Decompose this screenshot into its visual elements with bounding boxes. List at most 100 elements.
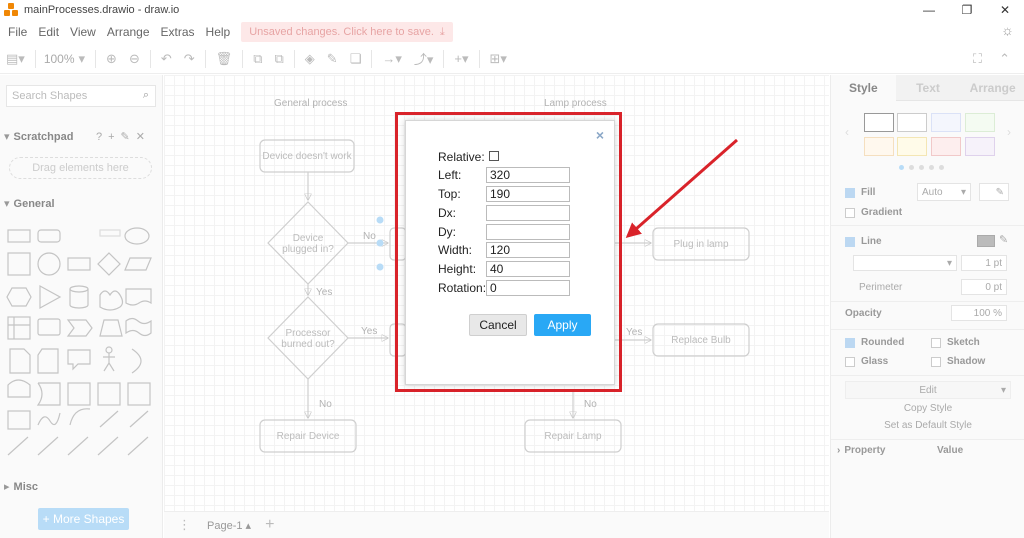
close-icon[interactable]: ×	[596, 127, 604, 143]
fill-mode-select[interactable]: Auto ▾	[917, 183, 971, 201]
chevron-down-icon: ▾	[4, 131, 10, 143]
close-window-button[interactable]: ✕	[986, 0, 1024, 20]
line-width-input[interactable]: 1 pt	[961, 255, 1007, 271]
zoom-in-icon[interactable]: ⊕	[106, 51, 117, 67]
fullscreen-icon[interactable]: ⛶	[973, 51, 982, 67]
format-panel-icon[interactable]: ▤▾	[6, 51, 25, 67]
glass-checkbox[interactable]	[845, 356, 855, 367]
to-front-icon[interactable]: ⧉	[253, 51, 262, 67]
relative-checkbox[interactable]	[489, 151, 499, 161]
minimize-button[interactable]: —	[910, 0, 948, 20]
pages-menu-icon[interactable]: ⋮	[178, 517, 191, 533]
chevron-left-icon[interactable]: ‹	[845, 125, 849, 139]
search-shapes-input[interactable]: Search Shapes ⌕	[6, 85, 156, 107]
shadow-row[interactable]: Shadow	[931, 356, 985, 367]
insert-icon[interactable]: +▾	[454, 51, 468, 67]
line-checkbox[interactable]	[845, 236, 855, 247]
line-color-icon[interactable]: ✎	[327, 51, 338, 67]
shadow-checkbox[interactable]	[931, 356, 941, 367]
style-swatch[interactable]	[864, 113, 894, 132]
waypoints-icon[interactable]: ⤴▾	[414, 49, 434, 68]
menu-view[interactable]: View	[70, 25, 96, 39]
connection-icon[interactable]: →▾	[382, 51, 402, 67]
height-input[interactable]: 40	[486, 261, 570, 277]
top-input[interactable]: 190	[486, 186, 570, 202]
tab-style[interactable]: Style	[831, 75, 896, 101]
dy-input[interactable]	[486, 224, 570, 240]
search-placeholder: Search Shapes	[12, 90, 88, 102]
style-swatch[interactable]	[931, 113, 961, 132]
opacity-input[interactable]: 100 %	[951, 305, 1007, 321]
swatch-pager[interactable]	[899, 165, 944, 170]
page-tab[interactable]: Page-1 ▴	[207, 519, 251, 532]
edit-style-button[interactable]: Edit ▾	[845, 381, 1011, 399]
chevron-down-icon[interactable]: ▾	[79, 51, 86, 67]
edit-icon[interactable]: ✎	[999, 233, 1008, 246]
rotation-input[interactable]: 0	[486, 280, 570, 296]
shadow-icon[interactable]: ❏	[350, 51, 362, 67]
zoom-level[interactable]: 100%	[44, 52, 75, 66]
chevron-right-icon: ▸	[4, 481, 10, 493]
menu-arrange[interactable]: Arrange	[107, 25, 150, 39]
zoom-out-icon[interactable]: ⊖	[129, 51, 140, 67]
apply-button[interactable]: Apply	[534, 314, 591, 336]
delete-icon[interactable]: 🗑	[216, 51, 233, 67]
rounded-row[interactable]: Rounded	[845, 337, 904, 348]
drawio-logo-icon	[4, 3, 18, 17]
chevron-right-icon: ›	[837, 445, 841, 456]
scratchpad-dropzone[interactable]: Drag elements here	[9, 157, 152, 179]
table-icon[interactable]: ⊞▾	[490, 51, 507, 67]
theme-icon[interactable]: ☼	[1001, 22, 1014, 38]
menu-help[interactable]: Help	[206, 25, 231, 39]
gradient-checkbox[interactable]	[845, 207, 855, 218]
scratchpad-header[interactable]: ▾ Scratchpad	[4, 130, 73, 143]
label-device-plugged-2: plugged in?	[282, 244, 334, 255]
undo-icon[interactable]: ↶	[161, 51, 172, 67]
width-input[interactable]: 120	[486, 242, 570, 258]
collapse-icon[interactable]: ⌃	[999, 51, 1010, 67]
style-swatch[interactable]	[931, 137, 961, 156]
menu-file[interactable]: File	[8, 25, 27, 39]
style-swatch[interactable]	[965, 113, 995, 132]
style-swatch[interactable]	[897, 113, 927, 132]
style-swatch[interactable]	[897, 137, 927, 156]
menu-edit[interactable]: Edit	[38, 25, 59, 39]
redo-icon[interactable]: ↷	[184, 51, 195, 67]
line-label: Line	[861, 236, 882, 247]
set-default-style-button[interactable]: Set as Default Style	[845, 416, 1011, 434]
general-shapes-palette[interactable]	[6, 225, 156, 465]
sketch-checkbox[interactable]	[931, 337, 941, 348]
cancel-button[interactable]: Cancel	[469, 314, 527, 336]
fill-row[interactable]: Fill	[845, 187, 875, 198]
to-back-icon[interactable]: ⧉	[274, 51, 283, 67]
fill-checkbox[interactable]	[845, 187, 855, 198]
rounded-checkbox[interactable]	[845, 337, 855, 348]
misc-header[interactable]: ▸ Misc	[4, 480, 38, 493]
gradient-row[interactable]: Gradient	[845, 207, 902, 218]
copy-style-button[interactable]: Copy Style	[845, 399, 1011, 417]
style-swatch[interactable]	[864, 137, 894, 156]
chevron-right-icon[interactable]: ›	[1007, 125, 1011, 139]
scratchpad-tools[interactable]: ?+✎✕	[96, 130, 151, 143]
perimeter-input[interactable]: 0 pt	[961, 279, 1007, 295]
menu-extras[interactable]: Extras	[161, 25, 195, 39]
general-header[interactable]: ▾ General	[4, 197, 55, 210]
dx-input[interactable]	[486, 205, 570, 221]
line-color-swatch[interactable]	[977, 235, 995, 247]
fill-color-icon[interactable]: ◈	[305, 51, 315, 67]
tab-text[interactable]: Text	[895, 75, 961, 101]
glass-row[interactable]: Glass	[845, 356, 888, 367]
more-shapes-button[interactable]: + More Shapes	[38, 508, 129, 530]
left-input[interactable]: 320	[486, 167, 570, 183]
line-style-select[interactable]: ▾	[853, 255, 957, 271]
restore-button[interactable]: ❐	[948, 0, 986, 20]
property-header[interactable]: › Property	[837, 445, 885, 456]
edit-style-label: Edit	[919, 384, 937, 396]
fill-color-picker[interactable]: ✎	[979, 183, 1009, 201]
style-swatch[interactable]	[965, 137, 995, 156]
add-page-button[interactable]: +	[265, 516, 274, 534]
line-row[interactable]: Line	[845, 236, 882, 247]
sketch-row[interactable]: Sketch	[931, 337, 980, 348]
tab-arrange[interactable]: Arrange	[960, 75, 1024, 101]
unsaved-changes-banner[interactable]: Unsaved changes. Click here to save. ⤓	[241, 22, 453, 42]
